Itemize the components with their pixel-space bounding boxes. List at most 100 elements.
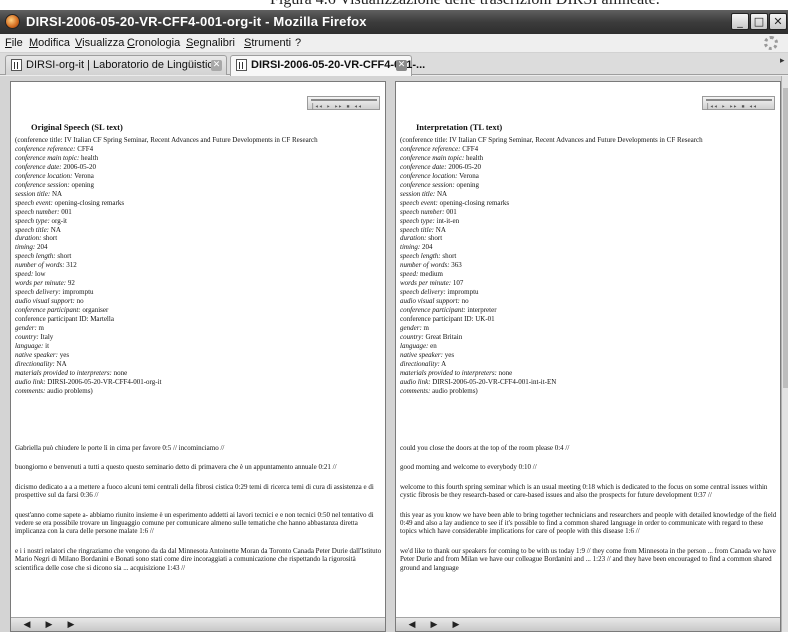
menu-segnalibri[interactable]: Segnalibri (186, 37, 235, 49)
metadata-value: 2006-05-20 (61, 162, 96, 171)
metadata-key: speech type: (15, 216, 50, 225)
tab-dirsi-org-it[interactable]: DIRSI-org-it | Laboratorio de Lingüistic… (5, 55, 227, 75)
transcript-segment[interactable]: dicismo dedicato a a a mettere a fuoco a… (15, 483, 385, 500)
page-favicon-icon (11, 59, 22, 71)
metadata-key: gender: (15, 324, 37, 333)
rewind-button[interactable]: ◀ (402, 619, 422, 631)
metadata-row: gender: m (400, 324, 780, 333)
page-scrollbar[interactable] (781, 76, 788, 632)
metadata-key: speech title: (400, 225, 435, 234)
transcript-segment[interactable]: e i i nostri relatori che ringraziamo ch… (15, 547, 385, 572)
metadata-list: (conference title: IV Italian CF Spring … (15, 136, 385, 396)
metadata-value: Verona (72, 171, 94, 180)
metadata-row: conference location: Verona (400, 171, 780, 181)
audio-controls[interactable]: |◂◂ ▸ ▸▸ ▪ ◂◂ (311, 103, 362, 110)
metadata-value: opening (69, 180, 95, 189)
metadata-key: conference location: (400, 171, 458, 180)
metadata-row: materials provided to interpreters: none (15, 368, 385, 378)
metadata-row: comments: audio problems) (400, 387, 780, 396)
metadata-key: country: (15, 332, 39, 341)
metadata-row: conference participant ID: Martella (15, 315, 385, 324)
metadata-row: directionality: A (400, 360, 780, 369)
tab-close-icon[interactable]: ✕ (211, 60, 222, 71)
transcript-segment[interactable]: buongiorno e benvenuti a tutti a questo … (15, 463, 385, 471)
title-bar: DIRSI-2006-05-20-VR-CFF4-001-org-it - Mo… (0, 10, 788, 34)
metadata-key: country: (400, 332, 424, 341)
metadata-value: 204 (35, 243, 48, 252)
metadata-key: conference reference: (400, 144, 461, 153)
metadata-key: speech event: (400, 198, 438, 207)
metadata-row: gender: m (15, 324, 385, 333)
menu-modifica[interactable]: Modifica (29, 37, 70, 49)
metadata-row: number of words: 312 (15, 261, 385, 270)
metadata-key: native speaker: (400, 350, 443, 359)
metadata-value: org-it (49, 216, 67, 225)
metadata-row: directionality: NA (15, 360, 385, 369)
play-button[interactable]: ▶ (424, 619, 444, 631)
metadata-row: conference reference: CFF4 (15, 145, 385, 154)
tab-scroll-icon[interactable]: ▸ (780, 55, 788, 75)
minimize-button[interactable]: _ (731, 13, 749, 30)
transcript-segment[interactable]: welcome to this fourth spring seminar wh… (400, 483, 780, 500)
rewind-button[interactable]: ◀ (17, 619, 37, 631)
close-window-button[interactable]: ✕ (769, 13, 787, 30)
metadata-value: opening-closing remarks (437, 198, 510, 207)
metadata-key: conference session: (400, 180, 455, 189)
forward-button[interactable]: ▶ (446, 619, 466, 631)
metadata-key: speech number: (15, 207, 60, 216)
metadata-row: number of words: 363 (400, 261, 780, 270)
metadata-key: audio link: (15, 377, 46, 386)
metadata-row: speech number: 001 (400, 207, 780, 217)
metadata-row: words per minute: 92 (15, 279, 385, 288)
metadata-value: NA (49, 225, 61, 234)
menu-visualizza[interactable]: Visualizza (75, 37, 124, 49)
audio-controls[interactable]: |◂◂ ▸ ▸▸ ▪ ◂◂ (706, 103, 757, 110)
transcript-segment[interactable]: we'd like to thank our speakers for comi… (400, 547, 780, 572)
metadata-value: CFF4 (460, 144, 479, 153)
menu-cronologia[interactable]: Cronologia (127, 37, 180, 49)
transcript-segment[interactable]: this year as you know we have been able … (400, 511, 780, 536)
metadata-row: audio link: DIRSI-2006-05-20-VR-CFF4-001… (15, 377, 385, 387)
metadata-value: int-it-en (434, 216, 460, 225)
metadata-row: (conference title: IV Italian CF Spring … (400, 136, 780, 145)
scrollbar-thumb[interactable] (783, 88, 788, 388)
transcript-segment[interactable]: Gabriella può chiudere le porte lì in ci… (15, 444, 385, 452)
maximize-button[interactable]: □ (750, 13, 768, 30)
metadata-row: conference location: Verona (15, 171, 385, 181)
metadata-key: words per minute: (15, 279, 67, 288)
metadata-key: materials provided to interpreters: (400, 368, 497, 377)
throbber-icon (764, 36, 778, 50)
metadata-key: conference participant: (400, 306, 466, 315)
metadata-value: 001 (444, 207, 457, 216)
audio-progress-bar[interactable] (311, 99, 377, 101)
metadata-row: language: en (400, 342, 780, 351)
audio-progress-bar[interactable] (706, 99, 772, 101)
transcript-segment[interactable]: quest'anno come sapete a- abbiamo riunit… (15, 511, 385, 536)
metadata-row: conference main topic: health (400, 154, 780, 163)
metadata-value: m (36, 324, 44, 333)
window-title: DIRSI-2006-05-20-VR-CFF4-001-org-it - Mo… (26, 14, 367, 29)
metadata-key: session title: (400, 189, 436, 198)
transcript-segment[interactable]: could you close the doors at the top of … (400, 444, 780, 452)
forward-button[interactable]: ▶ (61, 619, 81, 631)
metadata-value: none (111, 368, 128, 377)
play-button[interactable]: ▶ (39, 619, 59, 631)
tab-close-icon[interactable]: ✕ (396, 60, 407, 71)
metadata-row: conference participant: organiser (15, 306, 385, 315)
audio-player-mini[interactable]: |◂◂ ▸ ▸▸ ▪ ◂◂ (307, 96, 380, 110)
menu-file[interactable]: File (5, 37, 23, 49)
audio-player-bar: ◀ ▶ ▶ (11, 617, 385, 631)
metadata-value: (conference title: IV Italian CF Spring … (400, 136, 703, 144)
audio-player-mini[interactable]: |◂◂ ▸ ▸▸ ▪ ◂◂ (702, 96, 775, 110)
transcript-segment[interactable]: good morning and welcome to everybody 0:… (400, 463, 780, 471)
metadata-key: audio visual support: (15, 297, 75, 306)
tab-dirsi-transcript[interactable]: DIRSI-2006-05-20-VR-CFF4-001-... ✕ (230, 55, 425, 76)
menu-help[interactable]: ? (295, 37, 301, 49)
metadata-list: (conference title: IV Italian CF Spring … (400, 136, 780, 396)
menu-strumenti[interactable]: Strumenti (244, 37, 291, 49)
metadata-row: speech title: NA (15, 225, 385, 235)
metadata-value: audio problems) (45, 386, 93, 395)
metadata-row: timing: 204 (15, 243, 385, 252)
metadata-value: DIRSI-2006-05-20-VR-CFF4-001-org-it (45, 377, 162, 386)
metadata-value: NA (434, 225, 446, 234)
